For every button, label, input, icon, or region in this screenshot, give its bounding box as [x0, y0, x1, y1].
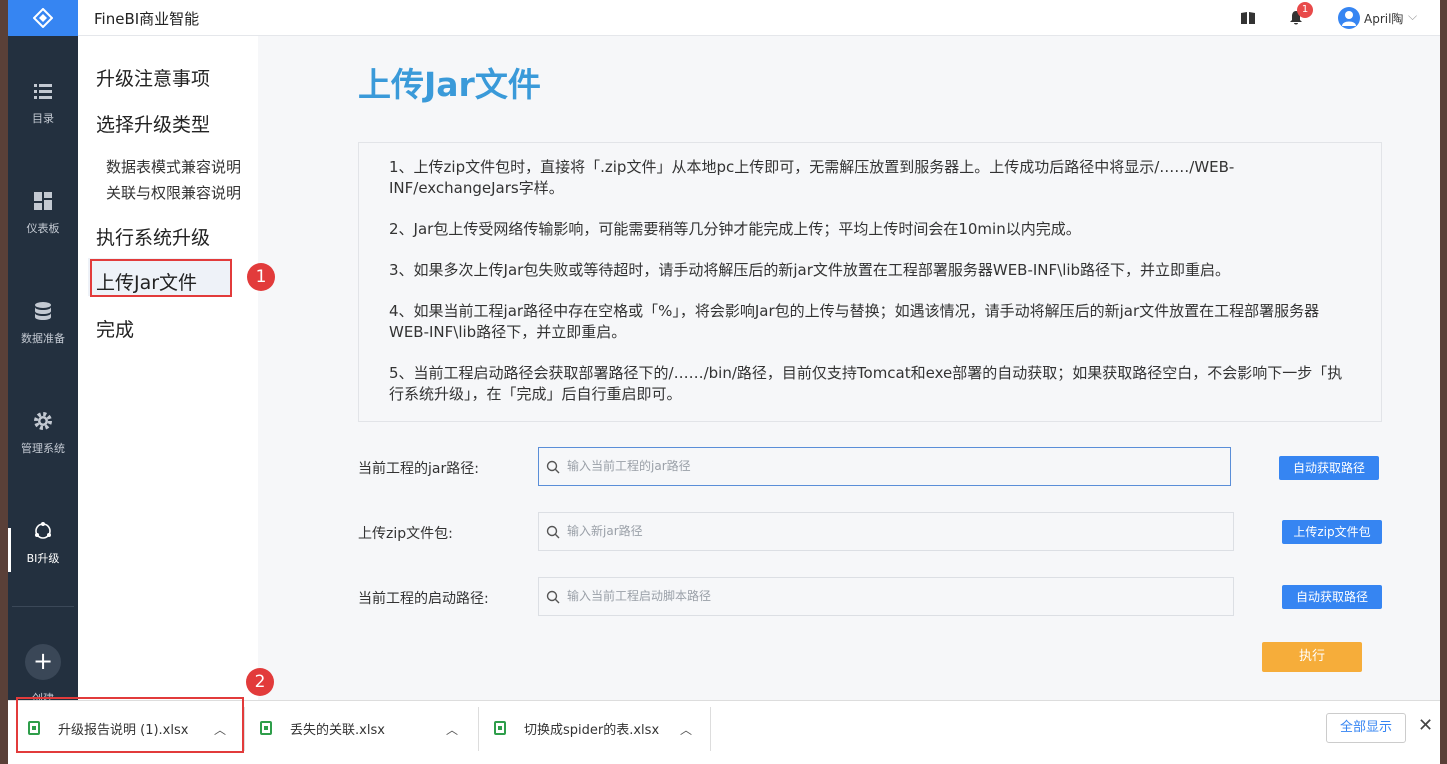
- database-icon: [35, 302, 51, 320]
- annotation-marker-2: 2: [246, 668, 274, 696]
- download-item[interactable]: 丢失的关联.xlsx ︿: [250, 707, 478, 751]
- search-icon: [546, 525, 560, 539]
- note-1: 1、上传zip文件包时，直接将「.zip文件」从本地pc上传即可，无需解压放置到…: [389, 158, 1235, 197]
- start-path-placeholder: 输入当前工程启动脚本路径: [567, 589, 712, 603]
- download-separator: [710, 707, 711, 751]
- show-all-button[interactable]: 全部显示: [1326, 713, 1406, 743]
- note-5: 5、当前工程启动路径会获取部署路径下的/……/bin/路径，目前仅支持Tomca…: [389, 364, 1343, 403]
- page-title: 上传Jar文件: [358, 65, 541, 104]
- download-separator: [244, 707, 245, 751]
- nav-label-dashboard: 仪表板: [26, 222, 60, 235]
- auto-get-jar-path-button[interactable]: 自动获取路径: [1279, 456, 1379, 480]
- jar-path-input[interactable]: 输入当前工程的jar路径: [538, 447, 1231, 486]
- execute-button[interactable]: 执行: [1262, 642, 1362, 672]
- step-select-type[interactable]: 选择升级类型: [96, 110, 210, 137]
- avatar[interactable]: [1338, 7, 1360, 29]
- zip-path-input[interactable]: 输入新jar路径: [538, 512, 1234, 551]
- step-complete[interactable]: 完成: [96, 315, 134, 342]
- download-file-name: 切换成spider的表.xlsx: [524, 723, 660, 738]
- download-separator: [478, 707, 479, 751]
- step-relation-permission-compat[interactable]: 关联与权限兼容说明: [106, 182, 241, 203]
- annotation-box-1: [90, 259, 232, 297]
- book-icon[interactable]: [1240, 10, 1256, 26]
- dashboard-icon: [34, 192, 52, 210]
- start-path-label: 当前工程的启动路径:: [358, 591, 489, 607]
- excel-file-icon: [260, 721, 272, 735]
- upgrade-steps: 升级注意事项 选择升级类型 数据表模式兼容说明 关联与权限兼容说明 执行系统升级…: [78, 36, 258, 700]
- app-window: FineBI商业智能 1 April陶 ⌵ 目录 仪表板 数据准备 管理系统 B…: [8, 0, 1440, 764]
- excel-file-icon: [494, 721, 506, 735]
- chevron-up-icon[interactable]: ︿: [680, 721, 692, 738]
- zip-path-placeholder: 输入新jar路径: [567, 524, 643, 538]
- list-icon: [34, 84, 52, 99]
- nav-item-bi-upgrade[interactable]: BI升级: [8, 520, 78, 600]
- note-4: 4、如果当前工程jar路径中存在空格或「%」，将会影响Jar包的上传与替换；如遇…: [389, 302, 1320, 341]
- nav-label-catalog: 目录: [32, 112, 54, 125]
- logo-icon: [33, 8, 53, 28]
- upload-zip-button[interactable]: 上传zip文件包: [1282, 520, 1382, 544]
- step-upgrade-notes[interactable]: 升级注意事项: [96, 64, 210, 91]
- nav-item-admin[interactable]: 管理系统: [8, 410, 78, 490]
- jar-path-label: 当前工程的jar路径:: [358, 461, 479, 477]
- nav-label-data-prep: 数据准备: [21, 332, 65, 345]
- gear-icon: [34, 412, 52, 430]
- nav-divider: [12, 606, 74, 607]
- user-name[interactable]: April陶: [1364, 10, 1403, 27]
- jar-path-placeholder: 输入当前工程的jar路径: [567, 459, 691, 473]
- logo[interactable]: [8, 0, 78, 36]
- main-content: 上传Jar文件 1、上传zip文件包时，直接将「.zip文件」从本地pc上传即可…: [258, 36, 1440, 700]
- note-2: 2、Jar包上传受网络传输影响，可能需要稍等几分钟才能完成上传；平均上传时间会在…: [389, 220, 1081, 238]
- user-icon: [1342, 11, 1356, 26]
- notes-panel: 1、上传zip文件包时，直接将「.zip文件」从本地pc上传即可，无需解压放置到…: [358, 142, 1382, 422]
- step-table-mode-compat[interactable]: 数据表模式兼容说明: [106, 156, 241, 177]
- plus-icon: +: [25, 644, 61, 680]
- start-path-input[interactable]: 输入当前工程启动脚本路径: [538, 577, 1234, 616]
- top-bar: FineBI商业智能 1 April陶 ⌵: [8, 0, 1440, 36]
- close-icon[interactable]: ✕: [1418, 715, 1433, 736]
- nav-item-catalog[interactable]: 目录: [8, 80, 78, 160]
- app-title: FineBI商业智能: [94, 10, 200, 28]
- step-execute-upgrade[interactable]: 执行系统升级: [96, 223, 210, 250]
- download-file-name: 丢失的关联.xlsx: [290, 723, 385, 738]
- nav-item-dashboard[interactable]: 仪表板: [8, 190, 78, 270]
- search-icon: [546, 460, 560, 474]
- download-item[interactable]: 切换成spider的表.xlsx ︿: [484, 707, 712, 751]
- annotation-marker-1: 1: [247, 263, 275, 291]
- main-nav: 目录 仪表板 数据准备 管理系统 BI升级 + 创建: [8, 36, 78, 705]
- chevron-up-icon[interactable]: ︿: [446, 721, 458, 738]
- nav-label-admin: 管理系统: [21, 442, 65, 455]
- annotation-box-2: [16, 697, 244, 753]
- upgrade-icon: [35, 522, 51, 539]
- auto-get-start-path-button[interactable]: 自动获取路径: [1282, 585, 1382, 609]
- notification-badge: 1: [1297, 2, 1313, 18]
- nav-label-bi-upgrade: BI升级: [26, 552, 60, 565]
- chevron-down-icon[interactable]: ⌵: [1408, 9, 1417, 24]
- note-3: 3、如果多次上传Jar包失败或等待超时，请手动将解压后的新jar文件放置在工程部…: [389, 261, 1231, 279]
- search-icon: [546, 590, 560, 604]
- nav-item-data-prep[interactable]: 数据准备: [8, 300, 78, 380]
- zip-upload-label: 上传zip文件包:: [358, 526, 453, 542]
